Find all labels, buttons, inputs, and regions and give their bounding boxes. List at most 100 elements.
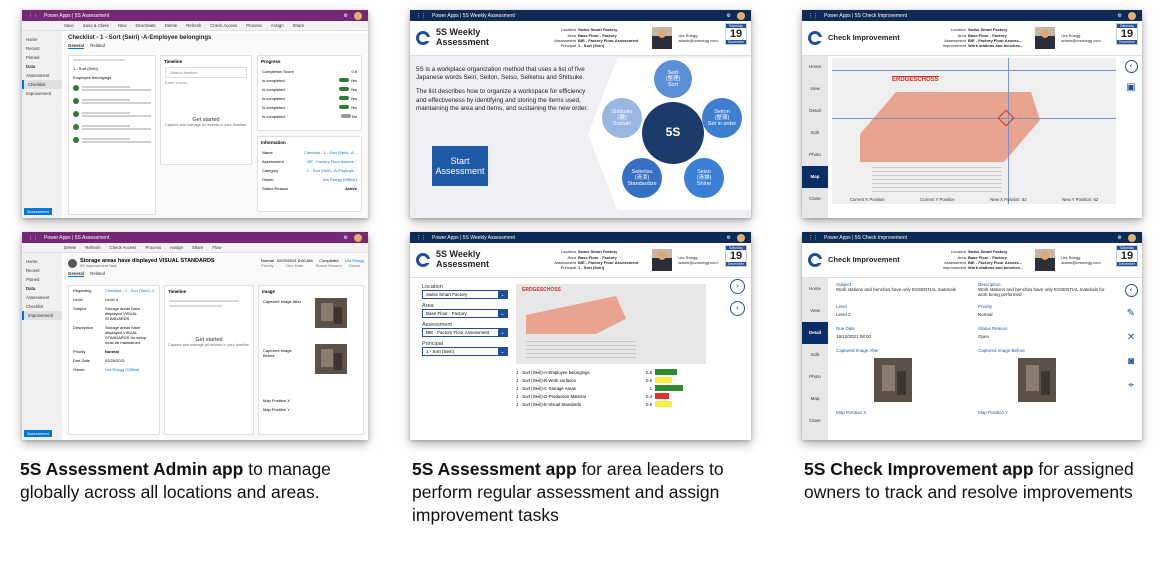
- assign-button[interactable]: Assign: [170, 245, 183, 250]
- process-button[interactable]: Process: [246, 23, 262, 28]
- nav-home[interactable]: Home: [22, 257, 62, 266]
- info-value[interactable]: BE - Factory Floor Assess...: [307, 159, 357, 164]
- info-value[interactable]: 1 - Sort (Seiri) -A-Employe...: [307, 168, 357, 173]
- nav-improvement[interactable]: Improvement: [22, 89, 62, 98]
- avatar[interactable]: [1128, 11, 1136, 20]
- area-switcher[interactable]: Assessment: [24, 430, 52, 437]
- tab-general[interactable]: General: [68, 271, 85, 277]
- nav-checklist[interactable]: Checklist: [22, 80, 62, 89]
- nav-close[interactable]: Close: [802, 410, 828, 432]
- nav-improvement[interactable]: Improvement: [22, 311, 62, 320]
- deactivate-button[interactable]: Deactivate: [135, 23, 155, 28]
- share-button[interactable]: Share: [293, 23, 304, 28]
- map-y-link[interactable]: Map Position Y: [978, 410, 1008, 415]
- avatar[interactable]: [737, 233, 745, 242]
- refresh-button[interactable]: Refresh: [186, 23, 201, 28]
- nav-pinned[interactable]: Pinned: [22, 53, 62, 62]
- save-icon[interactable]: ▣: [1125, 82, 1138, 95]
- assessment-dropdown[interactable]: BIE - Factory Floor Assessment ⌄: [422, 328, 508, 337]
- avatar[interactable]: [1128, 233, 1136, 242]
- completed-toggle[interactable]: [339, 96, 350, 100]
- next-icon[interactable]: ›: [730, 279, 745, 294]
- timeline-search-input[interactable]: Search timeline: [165, 67, 247, 78]
- tab-general[interactable]: General: [68, 43, 85, 49]
- nav-home[interactable]: Home: [22, 35, 62, 44]
- completed-toggle[interactable]: [339, 105, 350, 109]
- nav-recent[interactable]: Recent: [22, 44, 62, 53]
- nav-recent[interactable]: Recent: [22, 266, 62, 275]
- due-date-field[interactable]: 02/20/2021: [105, 358, 155, 363]
- floor-plan-map[interactable]: ERDGESCHOSS Current X Position Current Y…: [832, 58, 1116, 204]
- principal-dropdown[interactable]: 1 - Sort (Seiri) ⌄: [422, 347, 508, 356]
- regarding-link[interactable]: Checklist - 1 - Sort (Seiri) -C...: [105, 288, 155, 293]
- owner-link[interactable]: Urs Rüegg (Offline): [105, 367, 155, 372]
- nav-map[interactable]: Map: [802, 388, 828, 410]
- save-close-button[interactable]: Save & Close: [83, 23, 109, 28]
- back-icon[interactable]: ‹: [1124, 284, 1138, 297]
- share-button[interactable]: Share: [192, 245, 203, 250]
- nav-edit[interactable]: Edit: [802, 122, 828, 144]
- settings-icon[interactable]: ⚙: [727, 235, 731, 241]
- check-access-button[interactable]: Check Access: [109, 245, 136, 250]
- captured-image-before[interactable]: [1018, 358, 1056, 402]
- process-button[interactable]: Process: [145, 245, 161, 250]
- nav-pinned[interactable]: Pinned: [22, 275, 62, 284]
- completed-toggle[interactable]: [339, 87, 350, 91]
- delete-button[interactable]: Delete: [64, 245, 76, 250]
- description-field[interactable]: Storage areas have displayed VISUAL STAN…: [105, 325, 155, 345]
- level-field[interactable]: Level 4: [105, 297, 155, 302]
- owner-link[interactable]: Urs Rüegg (Offline): [323, 177, 357, 182]
- completed-toggle[interactable]: [340, 114, 351, 118]
- captured-image-after[interactable]: [874, 358, 912, 402]
- avatar[interactable]: [354, 233, 362, 242]
- floor-plan[interactable]: ERDGESCHOSS: [516, 284, 706, 364]
- nav-assessment[interactable]: Assessment: [22, 71, 62, 80]
- nav-detail[interactable]: Detail: [802, 100, 828, 122]
- nav-close[interactable]: Close: [802, 188, 828, 210]
- avatar[interactable]: [354, 11, 362, 20]
- completed-toggle[interactable]: [339, 78, 350, 82]
- subject-field[interactable]: Storage areas have displayed VISUAL STAN…: [105, 306, 155, 321]
- nav-view[interactable]: View: [802, 78, 828, 100]
- settings-icon[interactable]: ⚙: [1118, 235, 1122, 241]
- back-icon[interactable]: ‹: [1124, 60, 1138, 73]
- new-button[interactable]: New: [118, 23, 127, 28]
- area-switcher[interactable]: Assessment: [24, 208, 52, 215]
- back-icon[interactable]: ‹: [730, 301, 745, 316]
- nav-map[interactable]: Map: [802, 166, 828, 188]
- waffle-icon[interactable]: ⋮⋮: [416, 13, 426, 19]
- nav-home[interactable]: Home: [802, 278, 828, 300]
- delete-button[interactable]: Delete: [165, 23, 177, 28]
- edit-pencil-icon[interactable]: ✎: [1125, 308, 1138, 321]
- nav-detail[interactable]: Detail: [802, 322, 828, 344]
- area-dropdown[interactable]: Base Floor - Factory ⌄: [422, 309, 508, 318]
- tab-related[interactable]: Related: [90, 43, 105, 48]
- captured-image-before[interactable]: [315, 344, 347, 374]
- refresh-button[interactable]: Refresh: [85, 245, 100, 250]
- start-assessment-button[interactable]: Start Assessment: [432, 146, 488, 186]
- settings-icon[interactable]: ⚙: [727, 13, 731, 19]
- nav-assessment[interactable]: Assessment: [22, 293, 62, 302]
- waffle-icon[interactable]: ⋮⋮: [808, 13, 818, 19]
- captured-image-after[interactable]: [315, 298, 347, 328]
- note-input[interactable]: Enter a note...: [161, 78, 251, 87]
- camera-icon[interactable]: ◙: [1125, 356, 1138, 369]
- settings-icon[interactable]: ⚙: [344, 235, 348, 241]
- assign-button[interactable]: Assign: [271, 23, 284, 28]
- settings-icon[interactable]: ⚙: [1118, 13, 1122, 19]
- flow-button[interactable]: Flow: [212, 245, 221, 250]
- save-button[interactable]: Save: [64, 23, 74, 28]
- avatar[interactable]: [737, 11, 745, 20]
- location-dropdown[interactable]: Swiss Smart Factory ⌄: [422, 290, 508, 299]
- nav-home[interactable]: Home: [802, 56, 828, 78]
- nav-checklist[interactable]: Checklist: [22, 302, 62, 311]
- waffle-icon[interactable]: ⋮⋮: [28, 13, 38, 19]
- check-access-button[interactable]: Check Access: [210, 23, 237, 28]
- nav-photo[interactable]: Photo: [802, 366, 828, 388]
- map-x-link[interactable]: Map Position X: [836, 410, 866, 415]
- nav-view[interactable]: View: [802, 300, 828, 322]
- nav-photo[interactable]: Photo: [802, 144, 828, 166]
- settings-icon[interactable]: ⚙: [344, 13, 348, 19]
- waffle-icon[interactable]: ⋮⋮: [808, 235, 818, 241]
- priority-field[interactable]: Normal: [105, 349, 155, 354]
